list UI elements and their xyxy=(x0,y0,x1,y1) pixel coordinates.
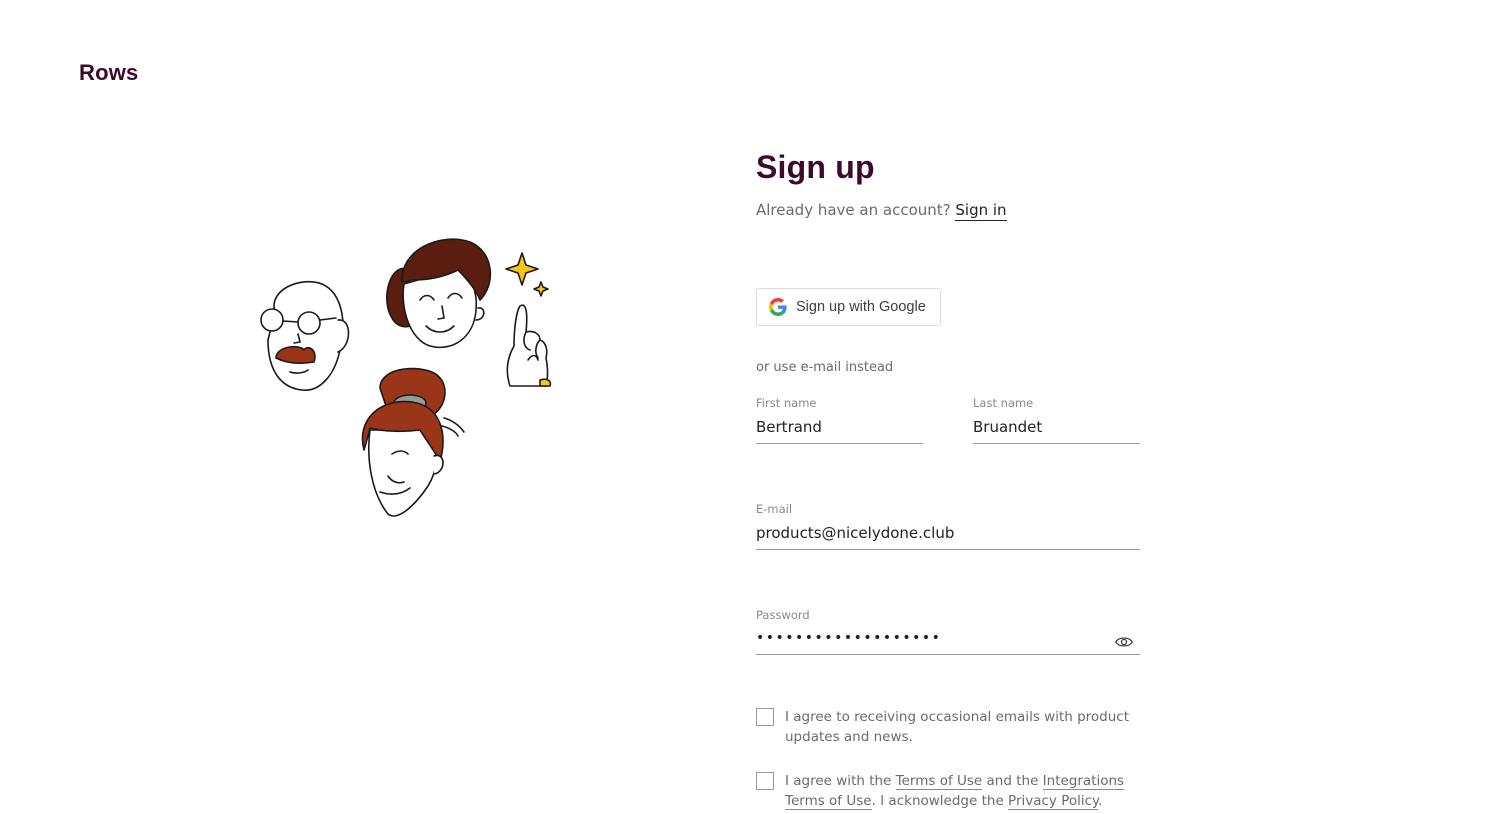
signup-form: Sign up Already have an account? Sign in… xyxy=(756,140,1140,810)
last-name-label: Last name xyxy=(973,396,1034,410)
signup-page: Rows Sign up Already have an account? Si… xyxy=(0,0,1512,814)
privacy-policy-link[interactable]: Privacy Policy xyxy=(1008,793,1099,810)
first-name-field: First name xyxy=(756,396,923,444)
email-input[interactable] xyxy=(756,520,1140,550)
page-title: Sign up xyxy=(756,149,875,185)
password-label: Password xyxy=(756,608,810,622)
terms-consent-checkbox[interactable] xyxy=(756,772,774,790)
terms-consent-row: I agree with the Terms of Use and the In… xyxy=(756,772,1140,811)
last-name-field: Last name xyxy=(973,396,1140,444)
terms-middle-text: and the xyxy=(982,773,1043,789)
google-signup-button[interactable]: Sign up with Google xyxy=(756,288,941,326)
terms-consent-text: I agree with the Terms of Use and the In… xyxy=(785,771,1140,811)
password-field: Password xyxy=(756,608,1140,655)
rows-logo[interactable]: Rows xyxy=(79,60,138,86)
terms-of-use-link[interactable]: Terms of Use xyxy=(895,773,983,790)
first-name-input[interactable] xyxy=(756,414,923,444)
bald-man-figure xyxy=(260,280,350,391)
terms-after-text: . I acknowledge the xyxy=(871,793,1009,809)
password-input[interactable] xyxy=(756,626,1140,655)
first-name-label: First name xyxy=(756,396,817,410)
terms-prefix-text: I agree with the xyxy=(785,773,896,789)
last-name-input[interactable] xyxy=(973,414,1140,444)
terms-end-text: . xyxy=(1098,793,1103,809)
eye-icon[interactable] xyxy=(1115,635,1133,649)
raised-hand-figure xyxy=(506,304,552,387)
smiling-woman-figure xyxy=(386,238,492,349)
signin-prompt: Already have an account? Sign in xyxy=(756,198,1140,222)
signin-link[interactable]: Sign in xyxy=(955,201,1007,221)
or-email-text: or use e-mail instead xyxy=(756,360,894,375)
email-label: E-mail xyxy=(756,502,793,516)
email-field: E-mail xyxy=(756,502,1140,550)
already-account-text: Already have an account? xyxy=(756,201,951,219)
google-button-label: Sign up with Google xyxy=(796,299,926,315)
sparkle-decoration xyxy=(505,252,549,297)
marketing-consent-checkbox[interactable] xyxy=(756,708,774,726)
marketing-consent-text: I agree to receiving occasional emails w… xyxy=(785,709,1130,745)
woman-with-bun-figure xyxy=(361,367,465,517)
google-icon xyxy=(769,298,787,316)
marketing-consent-row: I agree to receiving occasional emails w… xyxy=(756,708,1140,747)
people-illustration xyxy=(260,238,552,517)
